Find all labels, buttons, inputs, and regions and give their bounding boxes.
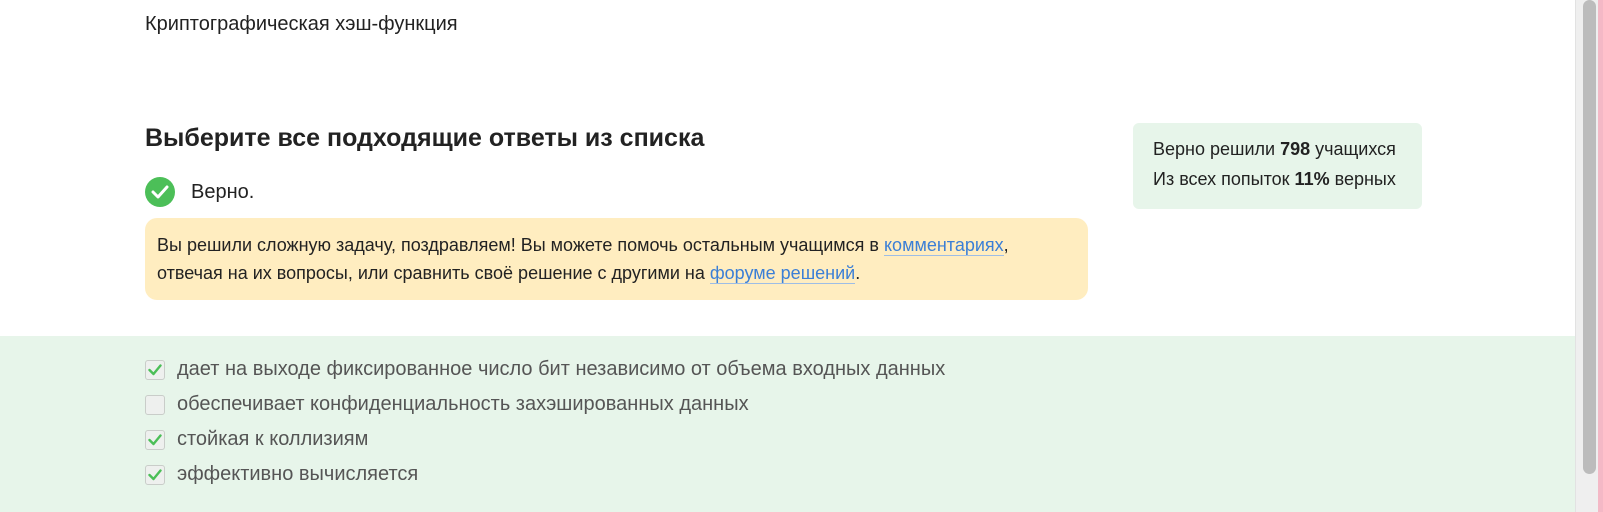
answer-option[interactable]: дает на выходе фиксированное число бит н… [145,358,945,381]
stats-panel: Верно решили 798 учащихся Из всех попыто… [1133,123,1422,209]
lesson-content: Криптографическая хэш-функция Выберите в… [0,0,1575,512]
comments-link[interactable]: комментариях [883,235,1004,256]
solutions-forum-link[interactable]: форуме решений [709,263,856,284]
checkbox[interactable] [145,394,165,415]
success-notice: Вы решили сложную задачу, поздравляем! В… [145,218,1088,300]
checkmark-icon [148,433,162,445]
window-edge [1598,0,1603,512]
option-label: обеспечивает конфиденциальность захэширо… [177,393,749,415]
step-text: Криптографическая хэш-функция [145,13,458,35]
checkbox[interactable] [145,464,165,485]
answer-option[interactable]: обеспечивает конфиденциальность захэширо… [145,393,749,416]
success-rate-suffix: верных [1329,169,1396,189]
question-title: Выберите все подходящие ответы из списка [145,124,705,152]
success-rate: 11% [1294,169,1330,189]
checkbox[interactable] [145,359,165,380]
answer-options: дает на выходе фиксированное число бит н… [0,336,1575,512]
status-text: Верно. [191,180,255,203]
solved-count-line: Верно решили 798 учащихся [1153,134,1422,164]
checkmark-icon [148,468,162,480]
notice-text-start: Вы решили сложную задачу, поздравляем! В… [157,235,884,255]
answer-option[interactable]: эффективно вычисляется [145,463,418,486]
solved-count: 798 [1280,139,1311,159]
scrollbar-thumb[interactable] [1583,0,1596,474]
checkmark-icon [148,363,162,375]
option-label: стойкая к коллизиям [177,428,369,450]
option-label: дает на выходе фиксированное число бит н… [177,358,946,380]
check-circle-icon [145,177,175,207]
option-label: эффективно вычисляется [177,463,419,485]
result-status: Верно. [145,177,254,207]
solved-count-prefix: Верно решили [1153,139,1281,159]
solved-count-suffix: учащихся [1310,139,1396,159]
notice-text-end: . [855,263,861,283]
checkbox[interactable] [145,429,165,450]
answer-option[interactable]: стойкая к коллизиям [145,428,368,451]
success-rate-line: Из всех попыток 11% верных [1153,164,1422,194]
success-rate-prefix: Из всех попыток [1153,169,1295,189]
